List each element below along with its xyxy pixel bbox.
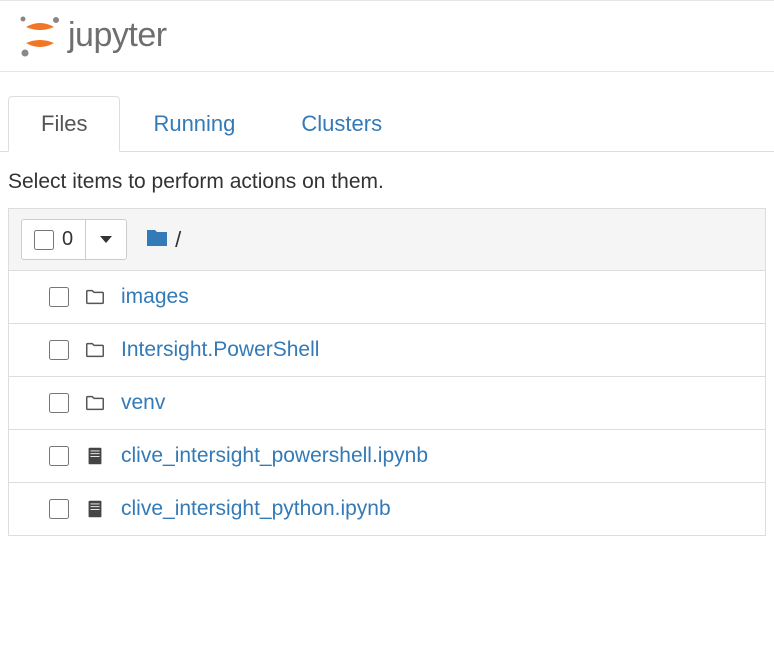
- caret-down-icon: [100, 236, 112, 243]
- file-list: images Intersight.PowerShell venv clive_…: [9, 271, 765, 535]
- file-link[interactable]: clive_intersight_powershell.ipynb: [121, 444, 428, 468]
- file-browser: 0 / images Intersight.PowerShell: [8, 208, 766, 536]
- file-link[interactable]: images: [121, 285, 189, 309]
- tab-running[interactable]: Running: [120, 96, 268, 152]
- file-link[interactable]: venv: [121, 391, 165, 415]
- row-checkbox[interactable]: [49, 446, 69, 466]
- select-all-checkbox[interactable]: [34, 230, 54, 250]
- jupyter-logo[interactable]: jupyter: [18, 13, 167, 57]
- select-all-button[interactable]: 0: [22, 220, 86, 259]
- breadcrumb: /: [137, 226, 181, 253]
- row-checkbox[interactable]: [49, 340, 69, 360]
- select-menu-button[interactable]: [86, 220, 126, 259]
- row-checkbox[interactable]: [49, 499, 69, 519]
- toolbar: 0 /: [9, 209, 765, 271]
- list-item: venv: [9, 377, 765, 430]
- list-item: Intersight.PowerShell: [9, 324, 765, 377]
- file-link[interactable]: Intersight.PowerShell: [121, 338, 319, 362]
- select-all-group: 0: [21, 219, 127, 260]
- tab-clusters[interactable]: Clusters: [268, 96, 415, 152]
- tab-files[interactable]: Files: [8, 96, 120, 152]
- logo-text: jupyter: [68, 16, 167, 55]
- tabs-container: Files Running Clusters: [0, 96, 774, 152]
- folder-root-icon[interactable]: [145, 226, 169, 253]
- folder-outline-icon: [83, 391, 107, 415]
- file-link[interactable]: clive_intersight_python.ipynb: [121, 497, 391, 521]
- instruction-text: Select items to perform actions on them.: [0, 152, 774, 208]
- row-checkbox[interactable]: [49, 287, 69, 307]
- selected-count: 0: [62, 228, 73, 251]
- list-item: clive_intersight_python.ipynb: [9, 483, 765, 535]
- list-item: clive_intersight_powershell.ipynb: [9, 430, 765, 483]
- jupyter-icon: [18, 13, 62, 57]
- notebook-icon: [83, 497, 107, 521]
- list-item: images: [9, 271, 765, 324]
- header: jupyter: [0, 1, 774, 72]
- breadcrumb-separator: /: [175, 227, 181, 253]
- row-checkbox[interactable]: [49, 393, 69, 413]
- folder-outline-icon: [83, 338, 107, 362]
- folder-outline-icon: [83, 285, 107, 309]
- notebook-icon: [83, 444, 107, 468]
